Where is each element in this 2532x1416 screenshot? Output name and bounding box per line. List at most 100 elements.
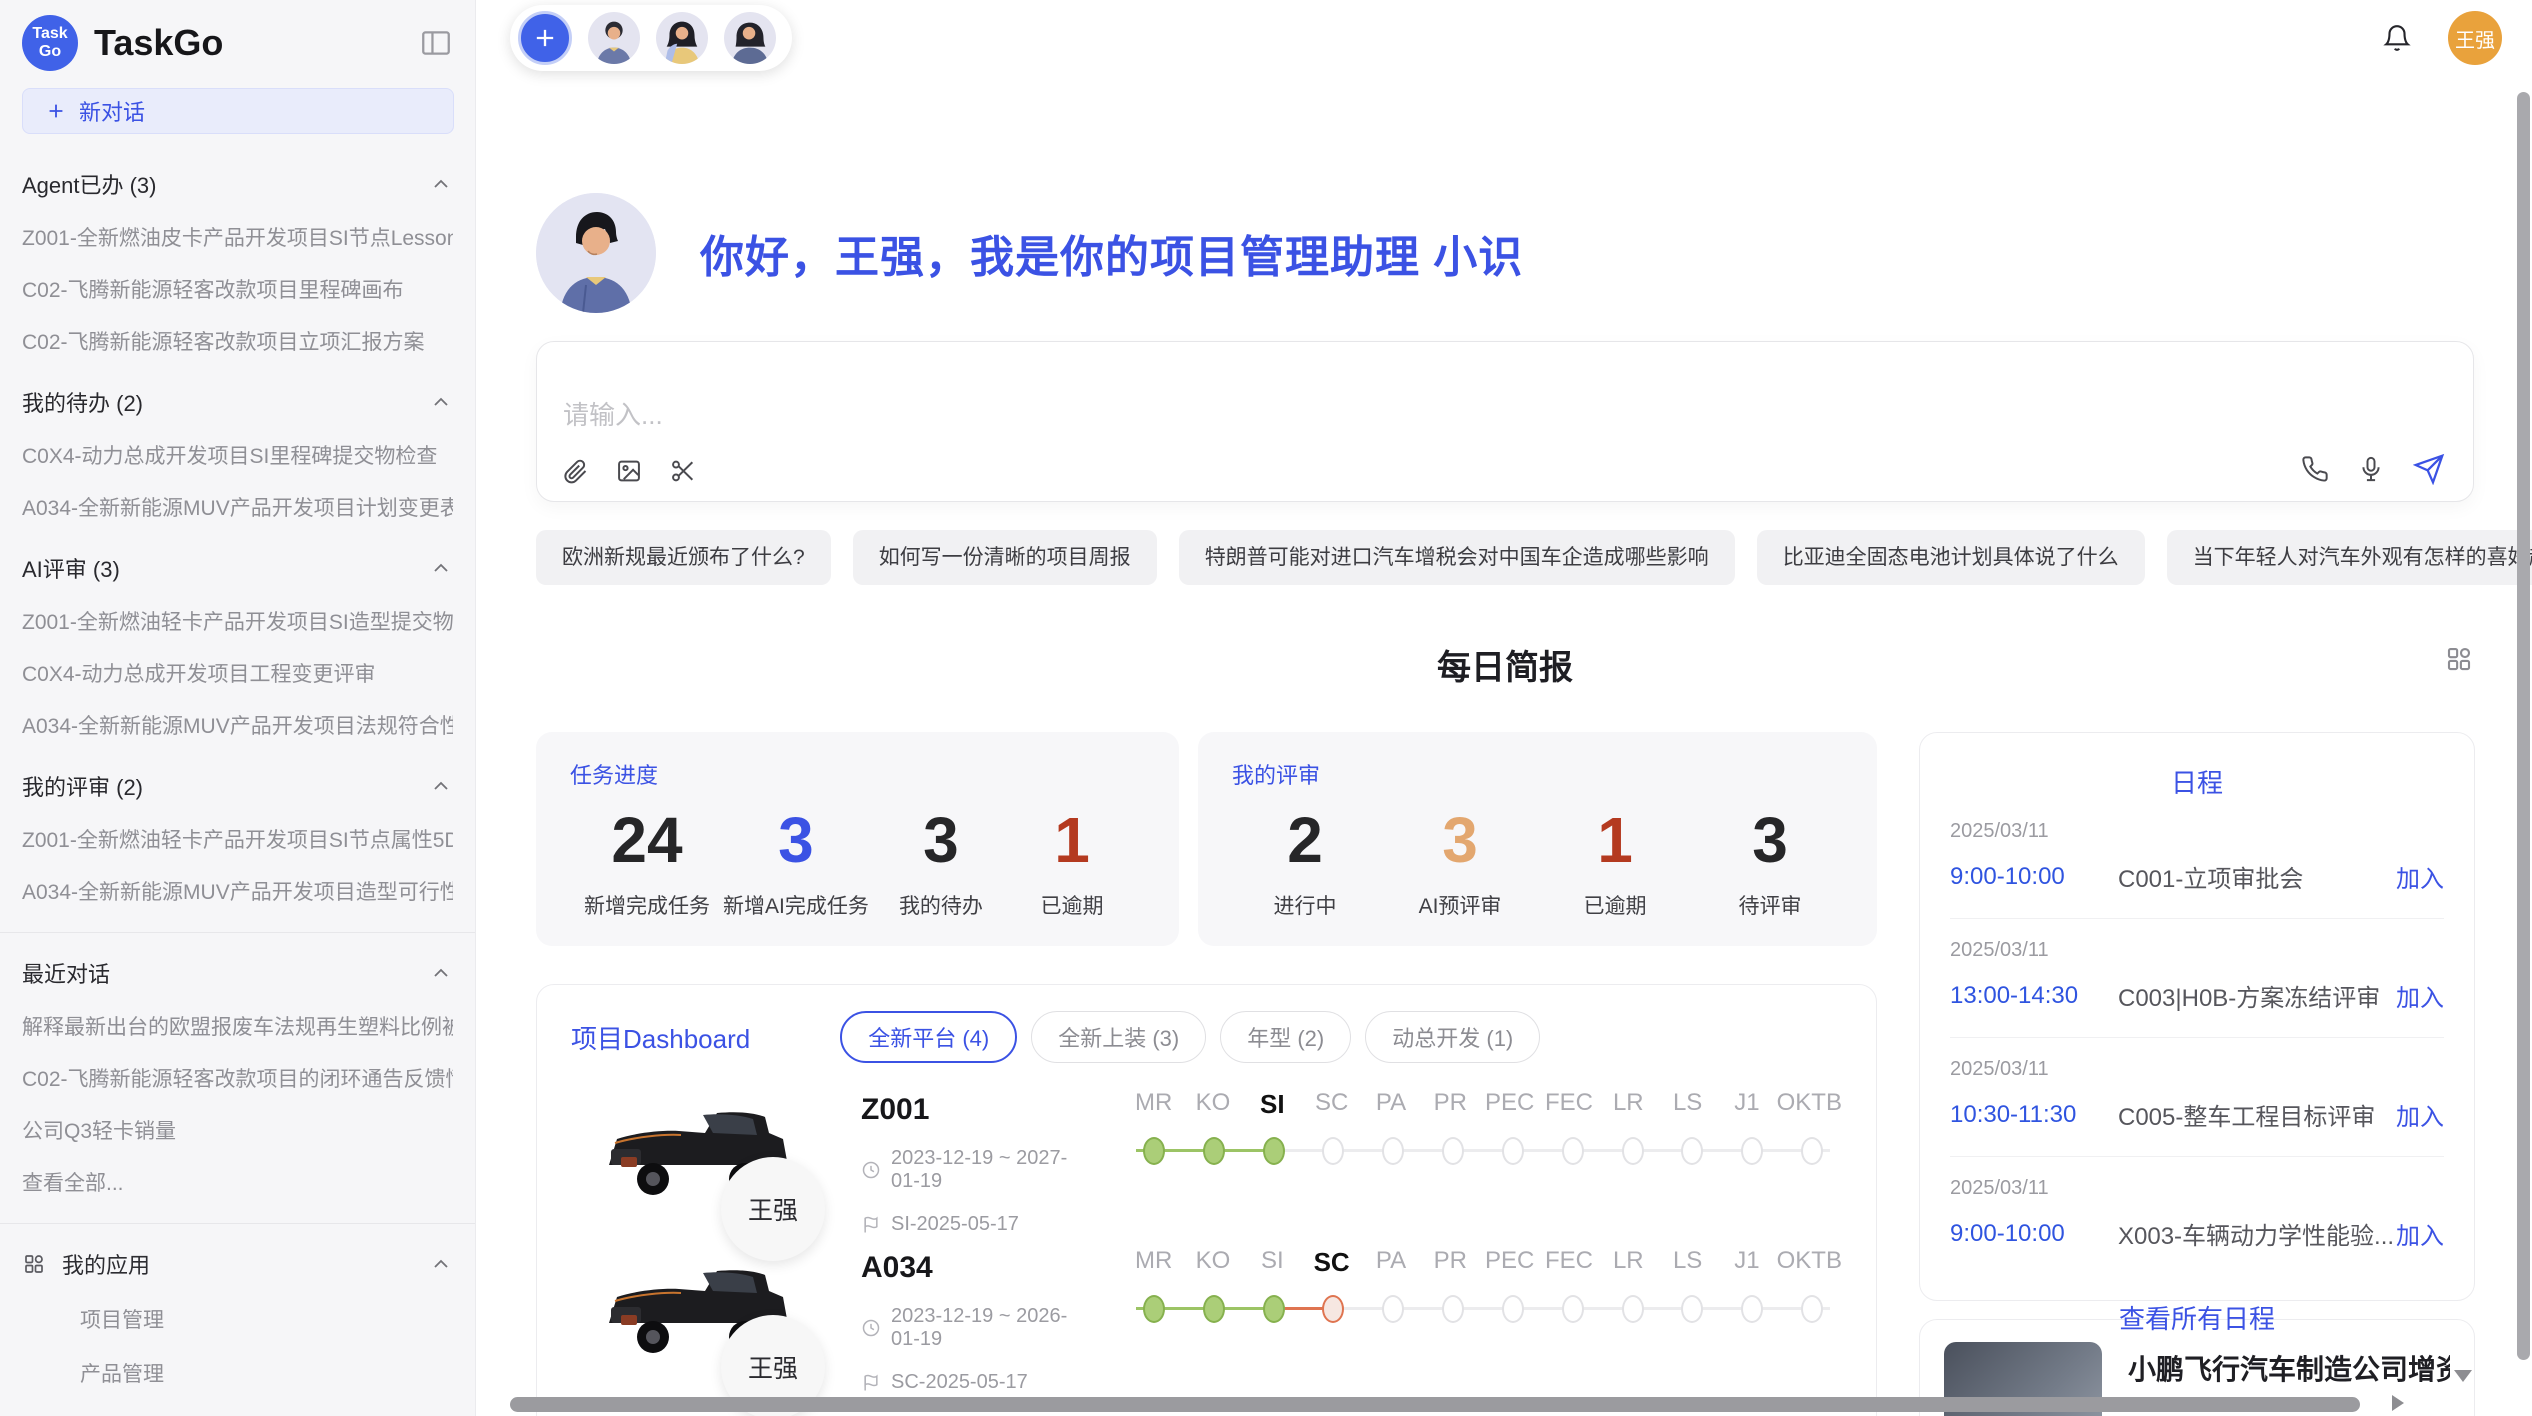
list-item[interactable]: C0X4-动力总成开发项目工程变更评审	[22, 658, 453, 688]
list-item[interactable]: Z001-全新燃油轻卡产品开发项目SI节点属性5D文件评审	[22, 824, 453, 854]
milestone-dot-ls	[1681, 1295, 1703, 1323]
section-recent-chats[interactable]: 最近对话	[22, 957, 453, 989]
join-meeting-link[interactable]: 加入	[2396, 859, 2444, 894]
stat-value: 3	[923, 804, 959, 876]
event-name: C005-整车工程目标评审	[2118, 1097, 2396, 1132]
microphone-icon[interactable]	[2357, 455, 2385, 483]
send-icon[interactable]	[2413, 453, 2445, 485]
add-agent-button[interactable]	[518, 11, 572, 65]
tab-year-model[interactable]: 年型 (2)	[1220, 1011, 1351, 1063]
milestone-dot-pa	[1382, 1295, 1404, 1323]
list-item[interactable]: C0X4-动力总成开发项目SI里程碑提交物检查	[22, 440, 453, 470]
list-item[interactable]: Z001-全新燃油皮卡产品开发项目SI节点Lesson Learn报告	[22, 222, 453, 252]
sidebar-item-change-mgmt[interactable]: 变更管理	[80, 1412, 453, 1416]
suggestion-chip[interactable]: 如何写一份清晰的项目周报	[853, 530, 1157, 585]
list-item[interactable]: 解释最新出台的欧盟报废车法规再生塑料比例被调至15%...	[22, 1011, 453, 1041]
section-label: 最近对话	[22, 957, 110, 989]
milestone-label-lr: LR	[1599, 1247, 1658, 1278]
chevron-up-icon[interactable]	[429, 774, 453, 798]
event-date: 2025/03/11	[1950, 1177, 2444, 1200]
avatar[interactable]	[656, 12, 708, 64]
sidebar-item-my-apps[interactable]: 我的应用	[22, 1248, 453, 1280]
attachment-icon[interactable]	[561, 457, 589, 485]
milestone-label-mr: MR	[1124, 1247, 1183, 1278]
event-time: 9:00-10:00	[1950, 863, 2118, 891]
my-review-card: 我的评审 2进行中 3AI预评审 1已逾期 3待评审	[1198, 732, 1877, 946]
suggestion-chip[interactable]: 当下年轻人对汽车外观有怎样的喜好趋势	[2167, 530, 2532, 585]
list-item[interactable]: C02-飞腾新能源轻客改款项目里程碑画布	[22, 274, 453, 304]
suggestion-chip[interactable]: 特朗普可能对进口汽车增税会对中国车企造成哪些影响	[1179, 530, 1735, 585]
phone-call-icon[interactable]	[2301, 455, 2329, 483]
list-item[interactable]: 公司Q3轻卡销量	[22, 1115, 453, 1145]
milestone-label-pa: PA	[1361, 1089, 1420, 1120]
my-apps-label: 我的应用	[62, 1248, 150, 1280]
milestone-dot-ko	[1203, 1295, 1225, 1323]
list-item[interactable]: C02-飞腾新能源轻客改款项目立项汇报方案	[22, 326, 453, 356]
avatar[interactable]	[724, 12, 776, 64]
list-item[interactable]: A034-全新新能源MUV产品开发项目造型可行性评审	[22, 876, 453, 906]
project-row[interactable]: 王强 Z001 2023-12-19 ~ 2027-01-19 SI-2025-…	[537, 1073, 1876, 1231]
chevron-up-icon[interactable]	[429, 961, 453, 985]
scroll-down-arrow[interactable]	[2454, 1370, 2472, 1382]
tab-new-platform[interactable]: 全新平台 (4)	[840, 1011, 1017, 1063]
notification-bell-icon[interactable]	[2382, 23, 2412, 53]
greeting-block: 你好，王强，我是你的项目管理助理 小识	[536, 193, 2474, 313]
sidebar-item-project-mgmt[interactable]: 项目管理	[80, 1304, 453, 1334]
milestone-dot-j1	[1741, 1137, 1763, 1165]
content: 你好，王强，我是你的项目管理助理 小识 欧洲新规最近颁布了什么? 如何写一份清晰…	[476, 193, 2532, 1416]
news-title: 小鹏飞行汽车制造公司增资	[2128, 1348, 2450, 1388]
tab-new-body[interactable]: 全新上装 (3)	[1031, 1011, 1206, 1063]
suggestion-chip[interactable]: 比亚迪全固态电池计划具体说了什么	[1757, 530, 2145, 585]
section-agent-done[interactable]: Agent已办 (3)	[22, 168, 453, 200]
milestone-label-ko: KO	[1183, 1247, 1242, 1278]
stat-value: 2	[1287, 804, 1323, 876]
list-item[interactable]: C02-飞腾新能源轻客改款项目的闭环通告反馈情况	[22, 1063, 453, 1093]
sidebar-item-product-mgmt[interactable]: 产品管理	[80, 1358, 453, 1388]
chevron-up-icon[interactable]	[429, 556, 453, 580]
avatar[interactable]	[588, 12, 640, 64]
daily-brief-title: 每日简报	[1437, 649, 1573, 687]
suggestion-chip[interactable]: 欧洲新规最近颁布了什么?	[536, 530, 831, 585]
chevron-up-icon[interactable]	[429, 1252, 453, 1276]
tab-powertrain[interactable]: 动总开发 (1)	[1365, 1011, 1540, 1063]
list-item[interactable]: A034-全新新能源MUV产品开发项目法规符合性评审	[22, 710, 453, 740]
sidebar-collapse-icon[interactable]	[419, 26, 453, 60]
list-item[interactable]: Z001-全新燃油轻卡产品开发项目SI造型提交物评审	[22, 606, 453, 636]
new-chat-button[interactable]: 新对话	[22, 88, 454, 134]
milestone-dot-mr	[1143, 1295, 1165, 1323]
chat-input[interactable]	[563, 400, 1963, 431]
section-my-review[interactable]: 我的评审 (2)	[22, 770, 453, 802]
dashboard-tabs: 全新平台 (4) 全新上装 (3) 年型 (2) 动总开发 (1)	[840, 1011, 1540, 1063]
agent-avatar-pill	[510, 5, 792, 71]
milestone-dot-ko	[1203, 1137, 1225, 1165]
dashboard-grid-icon[interactable]	[2444, 644, 2474, 674]
view-all-chats[interactable]: 查看全部...	[22, 1167, 453, 1197]
chevron-up-icon[interactable]	[429, 390, 453, 414]
schedule-event: 2025/03/11 13:00-14:30 C003|H0B-方案冻结评审 加…	[1950, 919, 2444, 1038]
milestone-label-j1: J1	[1717, 1247, 1776, 1278]
section-my-todo[interactable]: 我的待办 (2)	[22, 386, 453, 418]
user-avatar[interactable]: 王强	[2448, 11, 2502, 65]
stat-label: 新增完成任务	[584, 890, 710, 920]
milestone-label-pec: PEC	[1480, 1089, 1539, 1120]
milestone-label-ko: KO	[1183, 1089, 1242, 1120]
vertical-scrollbar[interactable]	[2517, 92, 2530, 1360]
milestone-label-si: SI	[1243, 1247, 1302, 1278]
image-upload-icon[interactable]	[615, 457, 643, 485]
message-composer[interactable]	[536, 341, 2474, 502]
section-ai-review[interactable]: AI评审 (3)	[22, 552, 453, 584]
list-item[interactable]: A034-全新新能源MUV产品开发项目计划变更表编写	[22, 492, 453, 522]
join-meeting-link[interactable]: 加入	[2396, 1097, 2444, 1132]
project-milestone-flag: SC-2025-05-17	[891, 1371, 1028, 1394]
scroll-right-arrow[interactable]	[2392, 1395, 2404, 1411]
horizontal-scrollbar[interactable]	[510, 1397, 2360, 1412]
my-review-label: 我的评审	[1232, 758, 1843, 790]
chevron-up-icon[interactable]	[429, 172, 453, 196]
scissors-icon[interactable]	[669, 457, 697, 485]
project-vehicle-image: 王强	[591, 1245, 791, 1367]
section-label: 我的评审 (2)	[22, 770, 143, 802]
project-row[interactable]: 王强 A034 2023-12-19 ~ 2026-01-19 SC-2025-…	[537, 1231, 1876, 1389]
join-meeting-link[interactable]: 加入	[2396, 978, 2444, 1013]
join-meeting-link[interactable]: 加入	[2396, 1216, 2444, 1251]
event-name: C001-立项审批会	[2118, 859, 2396, 894]
